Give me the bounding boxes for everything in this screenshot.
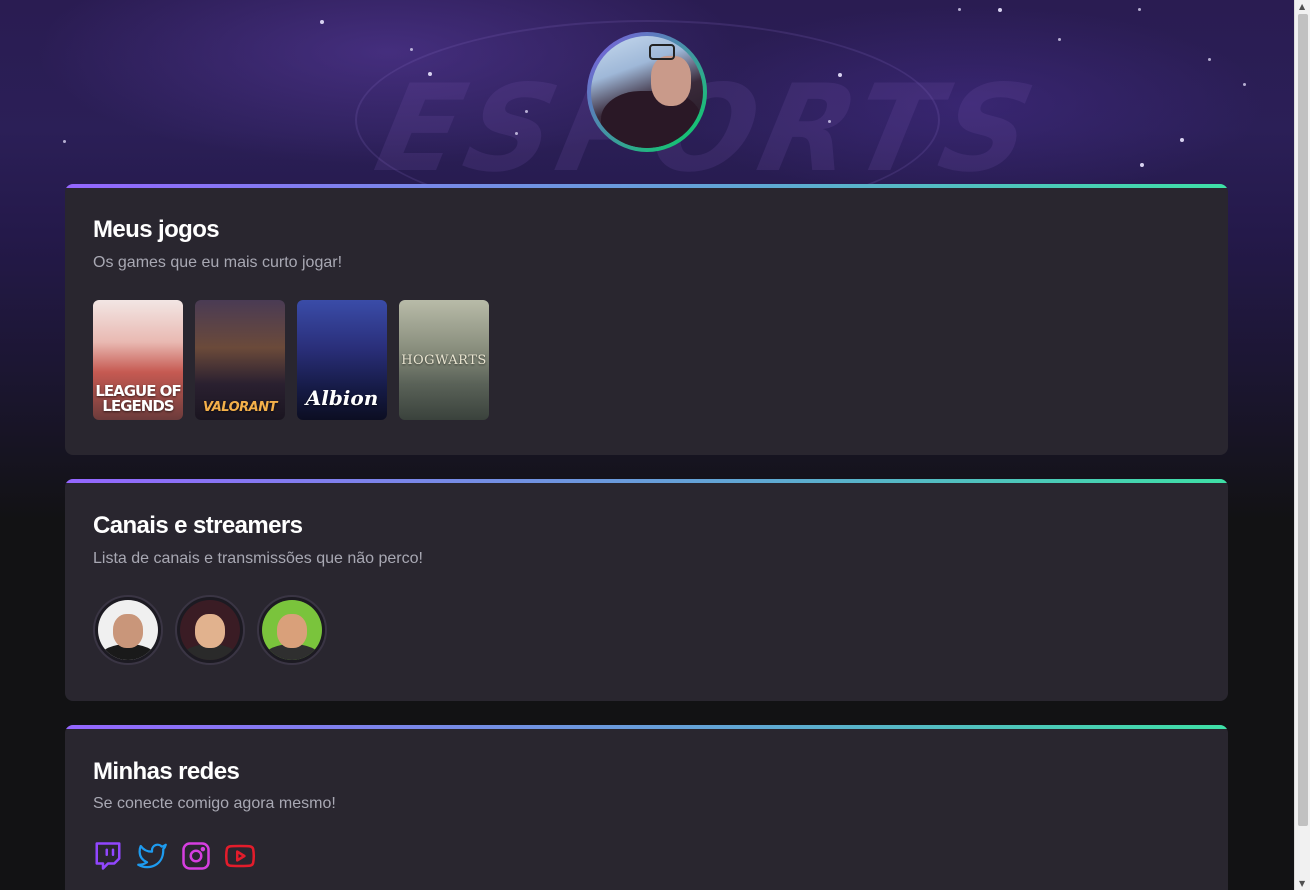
games-subtitle: Os games que eu mais curto jogar! bbox=[93, 254, 343, 271]
streamer-head bbox=[277, 614, 307, 648]
twitch-icon bbox=[95, 842, 121, 870]
star bbox=[1058, 38, 1061, 41]
game-logo-line: LEGENDS bbox=[102, 397, 174, 415]
streamer-head bbox=[113, 614, 143, 648]
streamers-title: Canais e streamers bbox=[93, 512, 303, 539]
instagram-link[interactable] bbox=[181, 841, 211, 871]
star bbox=[1243, 83, 1246, 86]
star bbox=[410, 48, 413, 51]
youtube-icon bbox=[225, 844, 255, 868]
vertical-scrollbar[interactable]: ▲ ▼ bbox=[1294, 0, 1310, 890]
games-list: LEAGUE OF LEGENDS VALORANT Albion HOGWART… bbox=[93, 300, 489, 420]
avatar-hood bbox=[601, 91, 701, 148]
star bbox=[525, 110, 528, 113]
streamers-card: Canais e streamers Lista de canais e tra… bbox=[65, 479, 1228, 701]
streamer-photo bbox=[262, 600, 322, 660]
avatar-glasses bbox=[649, 44, 675, 60]
star bbox=[1180, 138, 1184, 142]
games-card: Meus jogos Os games que eu mais curto jo… bbox=[65, 184, 1228, 455]
twitter-icon bbox=[137, 843, 167, 869]
streamer-photo bbox=[98, 600, 158, 660]
avatar-face bbox=[651, 56, 691, 106]
star bbox=[320, 20, 324, 24]
scrollbar-thumb[interactable] bbox=[1298, 14, 1308, 826]
game-logo-text: LEAGUE OF LEGENDS bbox=[95, 384, 181, 415]
social-title: Minhas redes bbox=[93, 758, 240, 785]
streamer-avatar-3[interactable] bbox=[257, 595, 327, 665]
profile-avatar[interactable] bbox=[587, 32, 707, 152]
star bbox=[428, 72, 432, 76]
social-subtitle: Se conecte comigo agora mesmo! bbox=[93, 795, 336, 812]
star bbox=[958, 8, 961, 11]
star bbox=[1138, 8, 1141, 11]
scroll-up-arrow-icon[interactable]: ▲ bbox=[1299, 2, 1305, 11]
social-list bbox=[93, 841, 255, 871]
game-albion[interactable]: Albion bbox=[297, 300, 387, 420]
avatar-photo bbox=[591, 36, 703, 148]
streamer-avatar-2[interactable] bbox=[175, 595, 245, 665]
star bbox=[998, 8, 1002, 12]
star bbox=[515, 132, 518, 135]
star bbox=[828, 120, 831, 123]
twitter-link[interactable] bbox=[137, 841, 167, 871]
social-card: Minhas redes Se conecte comigo agora mes… bbox=[65, 725, 1228, 890]
game-league-of-legends[interactable]: LEAGUE OF LEGENDS bbox=[93, 300, 183, 420]
twitch-link[interactable] bbox=[93, 841, 123, 871]
star bbox=[63, 140, 66, 143]
game-logo-text: Albion bbox=[305, 386, 379, 410]
streamers-list bbox=[93, 595, 327, 665]
game-logo-text: HOGWARTS bbox=[401, 352, 487, 368]
star bbox=[1208, 58, 1211, 61]
scroll-down-arrow-icon[interactable]: ▼ bbox=[1299, 879, 1305, 888]
star bbox=[1140, 163, 1144, 167]
instagram-icon bbox=[182, 842, 210, 870]
star bbox=[838, 73, 842, 77]
game-valorant[interactable]: VALORANT bbox=[195, 300, 285, 420]
streamers-subtitle: Lista de canais e transmissões que não p… bbox=[93, 550, 423, 567]
game-logo-text: VALORANT bbox=[203, 400, 277, 415]
streamer-photo bbox=[180, 600, 240, 660]
streamer-avatar-1[interactable] bbox=[93, 595, 163, 665]
games-title: Meus jogos bbox=[93, 216, 220, 243]
game-hogwarts[interactable]: HOGWARTS bbox=[399, 300, 489, 420]
streamer-head bbox=[195, 614, 225, 648]
youtube-link[interactable] bbox=[225, 841, 255, 871]
